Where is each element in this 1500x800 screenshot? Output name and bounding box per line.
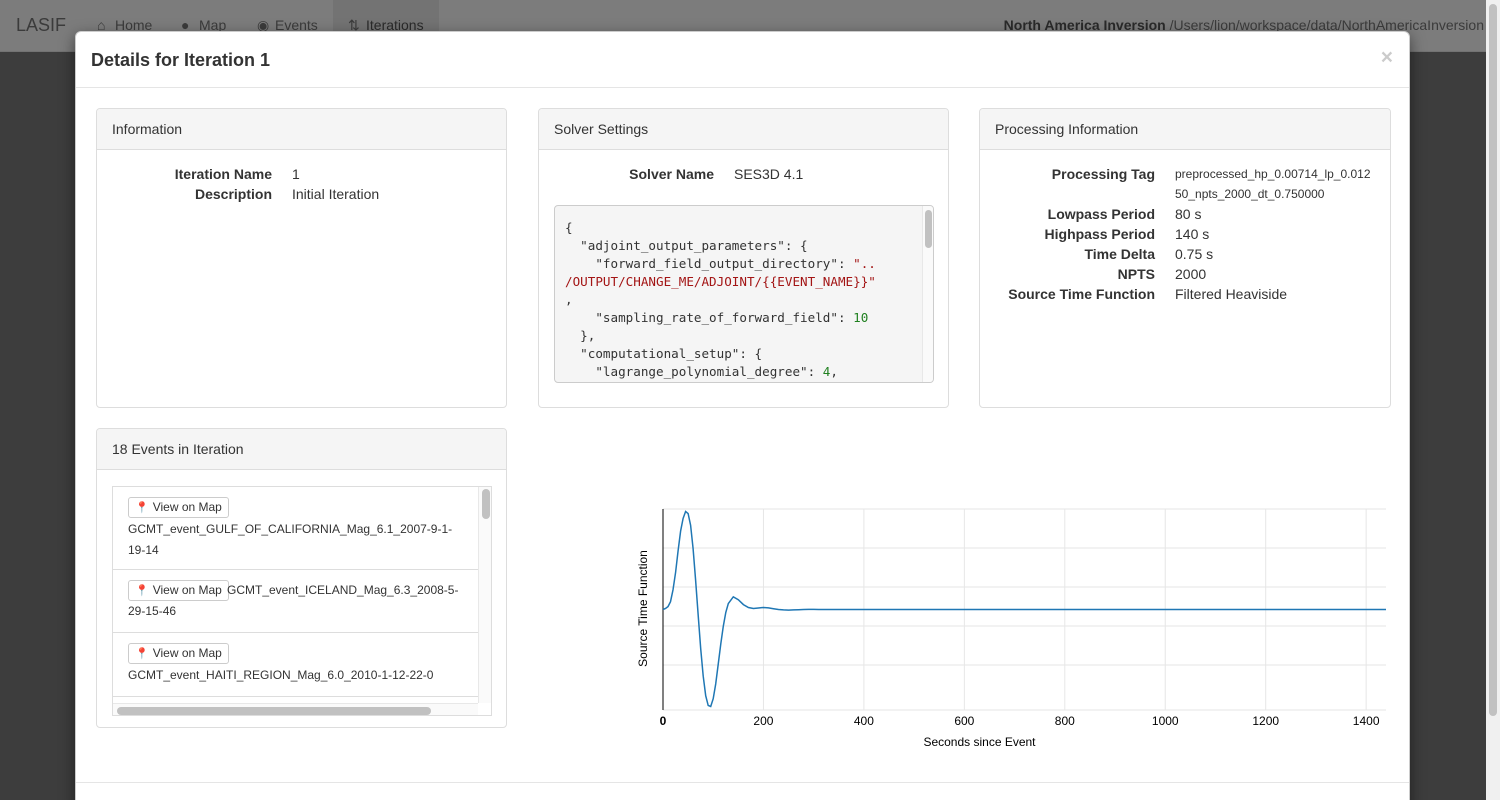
events-horizontal-scrollbar[interactable]	[113, 703, 478, 715]
list-item: 📍 View on Map GCMT_event_ICELAND_Mag_6.3_…	[113, 570, 478, 633]
x-tick-label: 1400	[1353, 714, 1380, 728]
panel-heading: Processing Information	[980, 109, 1390, 150]
view-on-map-button[interactable]: 📍 View on Map	[128, 497, 229, 518]
code-line: "lagrange_polynomial_degree": 4,	[565, 363, 876, 381]
y-axis-label: Source Time Function	[636, 550, 650, 667]
stf-line	[662, 510, 1386, 708]
iteration-details-modal: Details for Iteration 1 × Information It…	[75, 31, 1410, 800]
map-marker-icon: 📍	[135, 502, 149, 514]
code-line: "computational_setup": {	[565, 345, 876, 363]
code-token: "..	[853, 256, 876, 271]
code-line: /OUTPUT/CHANGE_ME/ADJOINT/{{EVENT_NAME}}…	[565, 273, 876, 291]
x-tick-label: 1200	[1252, 714, 1279, 728]
chart-ticks: 02004006008001000120014001499.25	[660, 714, 1380, 728]
chart-series	[662, 510, 1386, 708]
modal-header: Details for Iteration 1 ×	[76, 32, 1409, 88]
event-name-continued: 29-15-46	[128, 604, 177, 618]
time-delta-label: Time Delta	[1084, 246, 1155, 262]
highpass-label: Highpass Period	[1044, 226, 1155, 242]
view-on-map-button[interactable]: 📍 View on Map	[128, 580, 229, 601]
code-line: {	[565, 219, 876, 237]
description-label: Description	[194, 186, 272, 202]
npts-value: 2000	[1175, 266, 1207, 282]
code-token: },	[565, 328, 596, 343]
description-value: Initial Iteration	[292, 186, 380, 202]
x-tick-label: 200	[753, 714, 773, 728]
code-token: "lagrange_polynomial_degree":	[565, 364, 823, 379]
code-token: /OUTPUT/CHANGE_ME/ADJOINT/{{EVENT_NAME}}…	[565, 274, 876, 289]
source-time-function-chart: 02004006008001000120014001499.25 Seconds…	[636, 508, 1386, 749]
solver-settings-panel: Solver Settings Solver Name SES3D 4.1 { …	[538, 108, 949, 408]
list-item: 📍 View on Map GCMT_event_HAITI_REGION_Mag…	[113, 633, 478, 697]
x-tick-label: 0	[660, 714, 667, 728]
x-axis-label: Seconds since Event	[923, 735, 1036, 749]
x-tick-label: 400	[854, 714, 874, 728]
lowpass-label: Lowpass Period	[1047, 206, 1155, 222]
list-item: 📍 View on Map GCMT_event_GULF_OF_CALIFORN…	[113, 487, 478, 570]
code-scrollbar[interactable]	[922, 206, 933, 382]
solver-name-label: Solver Name	[629, 166, 714, 182]
lowpass-value: 80 s	[1175, 206, 1202, 222]
close-icon[interactable]: ×	[1381, 46, 1393, 70]
processing-panel: Processing Information Processing Tag pr…	[979, 108, 1391, 408]
panel-heading: Information	[97, 109, 506, 150]
scroll-thumb[interactable]	[117, 707, 431, 715]
events-vertical-scrollbar[interactable]	[478, 487, 491, 703]
code-line: },	[565, 327, 876, 345]
code-line: "sampling_rate_of_forward_field": 10	[565, 309, 876, 327]
code-token: "computational_setup": {	[565, 346, 763, 361]
code-scroll-thumb[interactable]	[925, 210, 932, 248]
x-tick-label: 600	[954, 714, 974, 728]
map-marker-icon: 📍	[135, 585, 149, 597]
scroll-thumb[interactable]	[482, 489, 490, 519]
stf-value: Filtered Heaviside	[1175, 286, 1288, 302]
page-scrollbar[interactable]	[1486, 0, 1500, 800]
npts-label: NPTS	[1117, 266, 1155, 282]
time-delta-value: 0.75 s	[1175, 246, 1214, 262]
solver-config-json: { "adjoint_output_parameters": { "forwar…	[565, 219, 876, 381]
panel-heading: Solver Settings	[539, 109, 948, 150]
code-token: {	[565, 220, 573, 235]
map-marker-icon: 📍	[135, 648, 149, 660]
code-token: "forward_field_output_directory":	[565, 256, 854, 271]
iteration-name-value: 1	[292, 166, 300, 182]
code-line: ,	[565, 291, 876, 309]
modal-footer	[76, 782, 1409, 783]
code-line: "adjoint_output_parameters": {	[565, 237, 876, 255]
information-panel: Information Iteration Name 1 Description…	[96, 108, 507, 408]
processing-tag-value: preprocessed_hp_0.00714_lp_0.012 50_npts…	[1175, 167, 1371, 201]
highpass-value: 140 s	[1175, 226, 1210, 242]
code-token: "sampling_rate_of_forward_field":	[565, 310, 854, 325]
x-tick-label: 1000	[1152, 714, 1179, 728]
panel-heading: 18 Events in Iteration	[97, 429, 506, 470]
stf-label: Source Time Function	[1008, 286, 1155, 302]
solver-name-value: SES3D 4.1	[734, 166, 804, 182]
x-tick-label: 800	[1055, 714, 1075, 728]
code-token: ,	[565, 292, 573, 307]
code-line: "forward_field_output_directory": "..	[565, 255, 876, 273]
modal-title: Details for Iteration 1	[91, 50, 271, 70]
solver-config-code[interactable]: { "adjoint_output_parameters": { "forwar…	[554, 205, 934, 383]
events-panel: 18 Events in Iteration 📍 View on Map GCMT…	[96, 428, 507, 728]
events-list[interactable]: 📍 View on Map GCMT_event_GULF_OF_CALIFORN…	[112, 486, 492, 716]
iteration-name-label: Iteration Name	[174, 166, 272, 182]
view-on-map-button[interactable]: 📍 View on Map	[128, 643, 229, 664]
code-token: ,	[830, 364, 838, 379]
code-token: 10	[853, 310, 869, 325]
event-name: GCMT_event_ICELAND_Mag_6.3_2008-5-	[227, 583, 459, 597]
processing-tag-label: Processing Tag	[1051, 166, 1155, 182]
event-name: GCMT_event_GULF_OF_CALIFORNIA_Mag_6.1_20…	[128, 522, 453, 557]
event-name: GCMT_event_HAITI_REGION_Mag_6.0_2010-1-1…	[128, 668, 434, 682]
code-token: "adjoint_output_parameters": {	[565, 238, 808, 253]
